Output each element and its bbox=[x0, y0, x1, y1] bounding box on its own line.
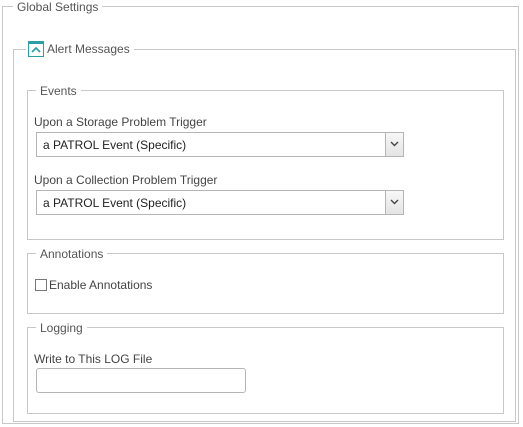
chevron-down-icon bbox=[390, 199, 399, 205]
collection-trigger-value: a PATROL Event (Specific) bbox=[43, 196, 187, 210]
storage-trigger-label: Upon a Storage Problem Trigger bbox=[34, 115, 207, 129]
log-file-input[interactable] bbox=[36, 368, 246, 393]
collection-trigger-select[interactable]: a PATROL Event (Specific) bbox=[36, 190, 404, 215]
global-settings-group: Global Settings Alert Messages Events Up… bbox=[2, 0, 519, 424]
enable-annotations-checkbox[interactable] bbox=[35, 279, 47, 291]
chevron-up-icon[interactable] bbox=[28, 41, 44, 57]
events-title: Events bbox=[36, 84, 81, 98]
collection-trigger-label: Upon a Collection Problem Trigger bbox=[34, 173, 218, 187]
chevron-down-icon bbox=[390, 141, 399, 147]
alert-messages-title: Alert Messages bbox=[47, 42, 130, 56]
logging-title: Logging bbox=[36, 321, 87, 335]
alert-messages-panel: Alert Messages Events Upon a Storage Pro… bbox=[13, 40, 516, 422]
storage-trigger-select[interactable]: a PATROL Event (Specific) bbox=[36, 132, 404, 157]
log-file-label: Write to This LOG File bbox=[34, 352, 153, 366]
storage-trigger-dropdown-button[interactable] bbox=[385, 133, 403, 156]
collection-trigger-dropdown-button[interactable] bbox=[385, 191, 403, 214]
events-group: Events Upon a Storage Problem Trigger a … bbox=[27, 84, 504, 240]
storage-trigger-value: a PATROL Event (Specific) bbox=[43, 138, 187, 152]
enable-annotations-label[interactable]: Enable Annotations bbox=[49, 278, 152, 292]
alert-messages-header[interactable]: Alert Messages bbox=[26, 40, 134, 58]
global-settings-title: Global Settings bbox=[13, 0, 103, 14]
logging-group: Logging Write to This LOG File bbox=[27, 321, 504, 414]
annotations-title: Annotations bbox=[36, 247, 108, 261]
annotations-group: Annotations Enable Annotations bbox=[27, 247, 504, 314]
